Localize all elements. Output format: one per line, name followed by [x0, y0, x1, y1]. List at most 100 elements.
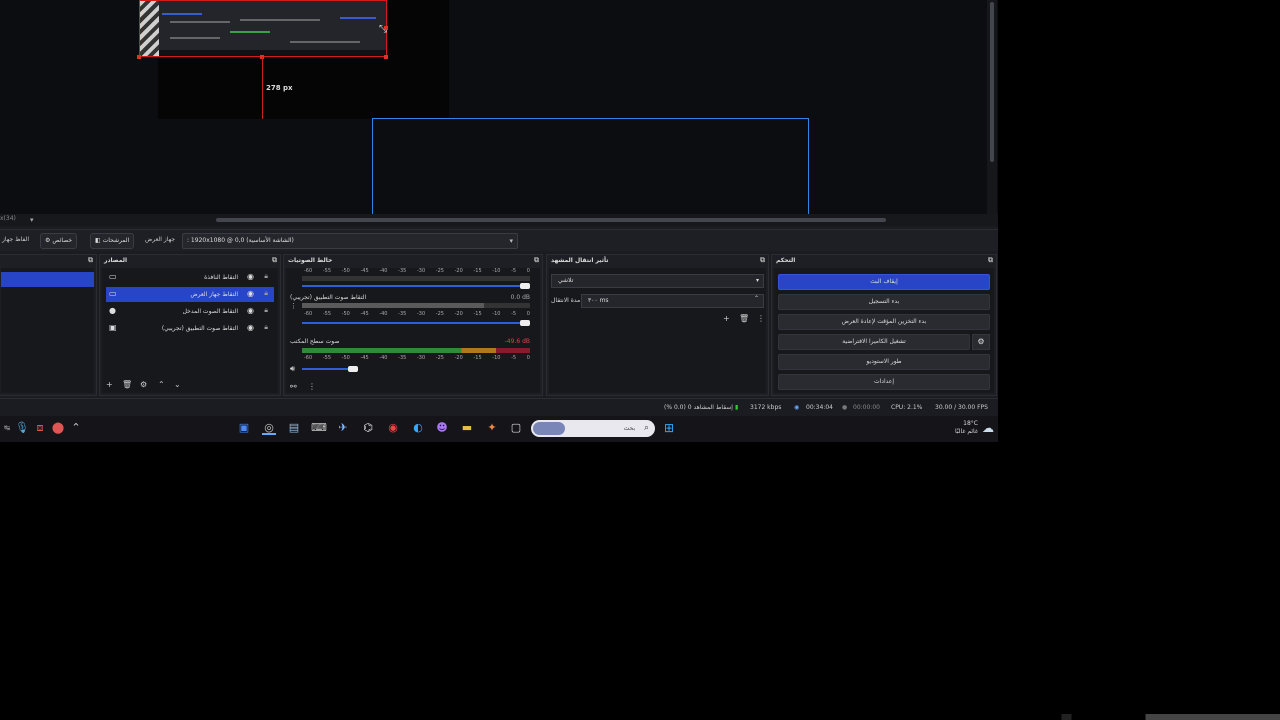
gear-icon[interactable]: ⚙: [140, 380, 147, 389]
scale-tick: -15: [473, 268, 482, 274]
scene-item-selected[interactable]: [1, 272, 94, 287]
volume-slider[interactable]: [302, 320, 530, 326]
source-item[interactable]: ▭ التقاط النافذة ◉ 🔒︎: [106, 270, 274, 285]
lock-icon[interactable]: 🔒︎: [264, 306, 268, 315]
mini-bar: [340, 17, 376, 19]
app-tray-icon[interactable]: ⬤: [51, 421, 65, 435]
scale-tick: -30: [416, 311, 426, 317]
weather-widget[interactable]: 18°C غائم غالبًا ☁: [955, 420, 994, 436]
virtual-camera-button[interactable]: تشغيل الكاميرا الافتراضية: [778, 334, 970, 350]
transition-select[interactable]: تلاشي ▾: [551, 274, 764, 288]
source-item[interactable]: ▣ التقاط صوت التطبيق (تجريبي) ◉ 🔒︎: [106, 321, 274, 336]
link-icon[interactable]: ⚯: [290, 382, 297, 391]
scale-tick: 0: [526, 311, 530, 317]
display-select[interactable]: : 1920x1080 @ 0,0 (الشاشة الأساسية) ▾: [182, 233, 518, 249]
duration-spinbox[interactable]: ٣٠٠ ms ⌃: [581, 294, 764, 308]
scale-tick: -20: [454, 355, 463, 361]
kebab-icon[interactable]: ⋮: [757, 314, 765, 323]
task-view-icon[interactable]: ▢: [509, 421, 523, 435]
photos-icon[interactable]: ▤: [287, 421, 301, 435]
taskbar-tray-icon[interactable]: ↹: [0, 421, 14, 435]
display-label: جهاز العرض: [145, 236, 176, 243]
scale-tick: -60: [304, 311, 313, 317]
scale-tick: -50: [341, 311, 350, 317]
kebab-icon[interactable]: ⋮: [290, 302, 297, 310]
chevron-up-icon[interactable]: ⌃: [69, 421, 83, 435]
speaker-icon[interactable]: 🔊︎: [290, 364, 295, 374]
chevron-down-icon[interactable]: ⌄: [174, 380, 181, 389]
lock-icon[interactable]: 🔒︎: [264, 272, 268, 281]
properties-button[interactable]: ⚙ خصائص: [40, 233, 78, 249]
undock-icon[interactable]: ⧉: [760, 256, 765, 265]
spin-arrows-icon[interactable]: ⌃: [754, 293, 759, 305]
status-bar: إسقاط المشاهد 0 (0.0 %) ▮ 3172 kbps ◉ 00…: [0, 398, 998, 414]
gear-icon[interactable]: ⚙: [972, 334, 990, 350]
discord-icon[interactable]: ☻: [435, 421, 449, 435]
mini-bar: [230, 31, 270, 33]
replay-buffer-button[interactable]: بدء التخزين المؤقت لإعادة العرض: [778, 314, 990, 330]
controls-title-text: التحكم: [776, 257, 796, 264]
mini-bar: [162, 13, 202, 15]
undock-icon[interactable]: ⧉: [988, 256, 993, 265]
obs-icon[interactable]: ◎: [262, 421, 276, 435]
eye-icon[interactable]: ◉: [247, 289, 254, 298]
add-transition-icon[interactable]: +: [723, 314, 730, 323]
transitions-body: تلاشي ▾ مدة الانتقال ٣٠٠ ms ⌃ + 🗑︎ ⋮: [549, 268, 766, 393]
scale-tick: -10: [492, 311, 501, 317]
chevron-up-icon[interactable]: ⌃: [158, 380, 165, 389]
copilot-icon[interactable]: ✦: [485, 421, 499, 435]
volume-slider[interactable]: [302, 366, 358, 372]
undock-icon[interactable]: ⧉: [534, 256, 539, 265]
scale-tick: -25: [435, 311, 444, 317]
scenes-dock: ⧉: [0, 254, 97, 396]
preview-canvas[interactable]: 278 px ⤡: [0, 0, 998, 216]
scale-tick: -15: [473, 311, 482, 317]
add-source-icon[interactable]: +: [106, 380, 113, 389]
volume-slider[interactable]: [302, 283, 530, 289]
filters-button[interactable]: ◧ المرشحات: [90, 233, 135, 249]
start-recording-button[interactable]: بدء التسجيل: [778, 294, 990, 310]
channel-name: التقاط صوت التطبيق (تجريبي): [290, 294, 367, 301]
meter-scale: -60 -55 -50 -45 -40 -35 -30 -25 -20 -15 -10 -5 0: [304, 311, 530, 317]
kebab-icon[interactable]: ⋮: [308, 382, 316, 391]
trash-icon[interactable]: 🗑︎: [739, 314, 749, 323]
taskbar: ↹ 🎙︎ ⧈ ⬤ ⌃ ▣ ◎ ▤ ⌨ ✈ ⌬ ◉ ◐ ☻ ▬ ✦ ▢ بحث ⌕…: [0, 416, 998, 442]
zoom-dropdown-icon[interactable]: ▾: [30, 216, 34, 224]
chevron-down-icon: ▾: [509, 237, 513, 245]
eye-icon[interactable]: ◉: [247, 306, 254, 315]
display-capture-source[interactable]: [139, 0, 387, 57]
trash-icon[interactable]: 🗑︎: [122, 380, 132, 389]
edge-icon[interactable]: ◐: [411, 421, 425, 435]
stop-streaming-button[interactable]: إيقاف البث: [778, 274, 990, 290]
taskbar-search[interactable]: بحث ⌕: [531, 420, 655, 437]
scale-tick: -20: [454, 311, 463, 317]
transitions-dock: تأثير انتقال المشهد ⧉ تلاشي ▾ مدة الانتق…: [546, 254, 769, 396]
scale-tick: -30: [416, 355, 426, 361]
source-item[interactable]: ▭ التقاط جهاز العرض ◉ 🔒︎: [106, 287, 274, 302]
undock-icon[interactable]: ⧉: [272, 256, 277, 265]
preview-hscrollbar[interactable]: [0, 214, 998, 226]
windows-start-icon[interactable]: ⊞: [662, 421, 676, 435]
settings-app-icon[interactable]: ⌬: [361, 421, 375, 435]
mic-icon[interactable]: 🎙︎: [15, 421, 29, 435]
resize-handle[interactable]: [137, 55, 141, 59]
level-meter: [302, 303, 530, 308]
distance-readout: 278 px: [266, 84, 293, 92]
lock-icon[interactable]: 🔒︎: [264, 289, 268, 298]
resize-handle[interactable]: [384, 55, 388, 59]
source-item[interactable]: ● التقاط الصوت المدخل ◉ 🔒︎: [106, 304, 274, 319]
lock-icon[interactable]: 🔒︎: [264, 323, 268, 332]
studio-mode-button[interactable]: طور الاستوديو: [778, 354, 990, 370]
undock-icon[interactable]: ⧉: [88, 256, 93, 265]
preview-vscrollbar[interactable]: [987, 0, 997, 214]
folder-icon[interactable]: ▬: [460, 421, 474, 435]
scale-tick: -50: [341, 268, 350, 274]
app-icon[interactable]: ▣: [237, 421, 251, 435]
eye-icon[interactable]: ◉: [247, 272, 254, 281]
settings-button[interactable]: إعدادات: [778, 374, 990, 390]
chrome-icon[interactable]: ◉: [386, 421, 400, 435]
terminal-icon[interactable]: ⌨: [311, 421, 327, 435]
steam-icon[interactable]: ✈: [336, 421, 350, 435]
network-icon[interactable]: ⧈: [33, 421, 47, 435]
eye-icon[interactable]: ◉: [247, 323, 254, 332]
